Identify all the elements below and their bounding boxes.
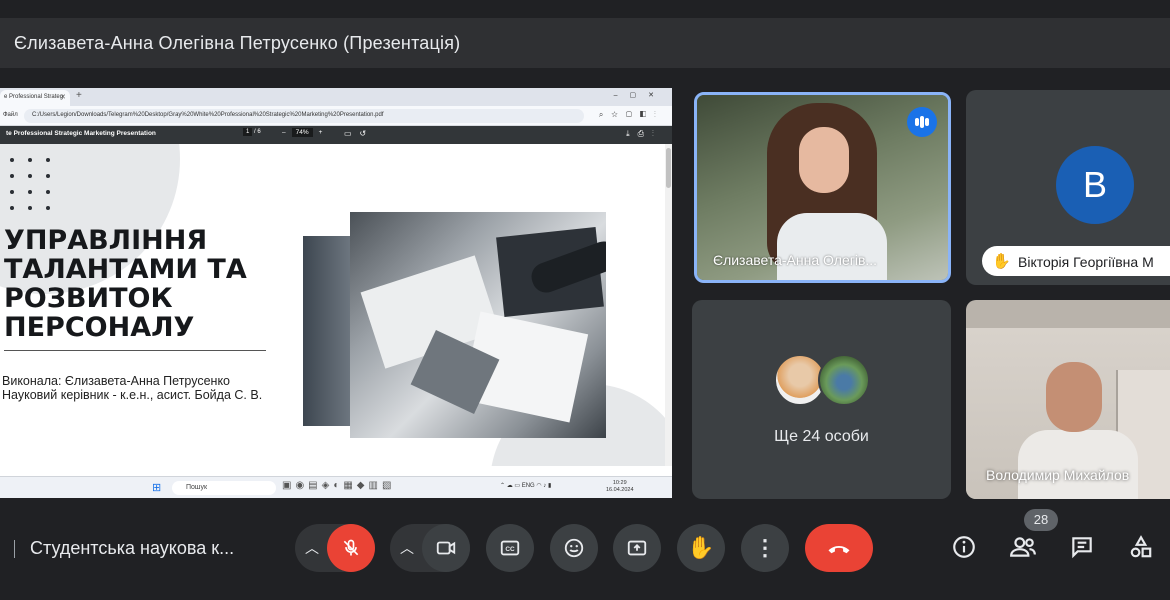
captions-icon: CC bbox=[500, 540, 520, 556]
chevron-up-icon[interactable]: ︿ bbox=[397, 538, 417, 558]
participant-name: Вікторія Георгіївна М bbox=[1018, 254, 1154, 270]
end-call-button[interactable] bbox=[805, 524, 873, 572]
mic-off-icon bbox=[343, 539, 359, 556]
presentation-title-bar: Єлизавета-Анна Олегівна Петрусенко (През… bbox=[0, 18, 1170, 68]
browser-address-bar: Файл C:/Users/Legion/Downloads/Telegram%… bbox=[0, 106, 672, 126]
present-button[interactable] bbox=[613, 524, 661, 572]
system-tray[interactable]: ⌃ ☁ ▭ ENG ◠ ♪ ▮ bbox=[500, 482, 551, 489]
decorative-dots bbox=[10, 158, 50, 210]
presentation-title: Єлизавета-Анна Олегівна Петрусенко (През… bbox=[14, 32, 461, 53]
windows-taskbar: ⊞ Пошук ▣◉▤◈◐▦◆▥▧ ⌃ ☁ ▭ ENG ◠ ♪ ▮ 10:29 … bbox=[0, 476, 672, 498]
participant-tile-others[interactable]: Ще 24 особи bbox=[692, 300, 951, 499]
browser-tab-strip: e Professional Strateg ✕ + –▢✕ bbox=[0, 88, 672, 106]
pdf-title: te Professional Strategic Marketing Pres… bbox=[6, 130, 156, 137]
participant-name: Єлизавета-Анна Олегів... bbox=[713, 252, 878, 268]
chevron-up-icon[interactable]: ︿ bbox=[302, 538, 322, 558]
chat-button[interactable] bbox=[1067, 534, 1097, 564]
taskbar-date: 16.04.2024 bbox=[606, 487, 634, 493]
slide-divider bbox=[4, 350, 266, 351]
participant-name: Володимир Михайлов bbox=[986, 467, 1130, 483]
mic-off-button[interactable] bbox=[327, 524, 375, 572]
pdf-toolbar: te Professional Strategic Marketing Pres… bbox=[0, 126, 672, 144]
divider bbox=[14, 540, 15, 558]
pdf-fit-rotate-icons[interactable]: ▭↺ bbox=[344, 129, 374, 138]
more-vert-icon: ⋮ bbox=[754, 535, 776, 560]
taskbar-search[interactable]: Пошук bbox=[172, 481, 276, 495]
chat-icon bbox=[1072, 537, 1092, 559]
browser-tab-label: e Professional Strateg bbox=[4, 94, 64, 100]
pdf-page-current[interactable]: 1 bbox=[243, 128, 253, 136]
meeting-info-button[interactable] bbox=[949, 534, 979, 564]
slide-credits: Виконала: Єлизавета-Анна Петрусенко Наук… bbox=[2, 374, 262, 402]
hand-icon: ✋ bbox=[687, 535, 715, 560]
activities-icon bbox=[1130, 535, 1152, 558]
pdf-scrollbar[interactable] bbox=[665, 144, 672, 466]
info-icon bbox=[953, 536, 975, 558]
emoji-icon bbox=[564, 538, 584, 558]
meet-window: Єлизавета-Анна Олегівна Петрусенко (През… bbox=[0, 0, 1170, 600]
more-participants-label: Ще 24 особи bbox=[774, 428, 869, 445]
browser-tab[interactable]: e Professional Strateg ✕ bbox=[0, 90, 70, 106]
browser-toolbar-icons[interactable]: ⌕☆▢◧⋮ bbox=[599, 110, 664, 120]
participant-tile-viktoria[interactable]: B ✋ Вікторія Георгіївна М bbox=[966, 90, 1170, 285]
participants-count-badge: 28 bbox=[1024, 509, 1058, 531]
people-icon bbox=[1010, 537, 1036, 557]
activities-button[interactable] bbox=[1126, 534, 1156, 564]
tray-language: ENG bbox=[521, 483, 535, 489]
taskbar-clock[interactable]: 10:29 16.04.2024 bbox=[606, 480, 634, 494]
pdf-page-indicator[interactable]: 1 / 6 bbox=[243, 128, 269, 141]
windows-start-icon[interactable]: ⊞ bbox=[152, 481, 161, 494]
url-field[interactable]: C:/Users/Legion/Downloads/Telegram%20Des… bbox=[24, 109, 584, 123]
phone-hangup-icon bbox=[828, 545, 850, 554]
pdf-page-total: / 6 bbox=[254, 129, 261, 135]
slide-supervisor: Науковий керівник - к.е.н., асист. Бойда… bbox=[2, 388, 263, 402]
participant-tile-volodymyr[interactable]: Володимир Михайлов bbox=[966, 300, 1170, 499]
raised-hand-pill: ✋ Вікторія Георгіївна М bbox=[982, 246, 1170, 276]
avatar: B bbox=[1056, 146, 1134, 224]
raise-hand-button[interactable]: ✋ bbox=[677, 524, 725, 572]
slide: УПРАВЛІННЯ ТАЛАНТАМИ ТА РОЗВИТОК ПЕРСОНА… bbox=[0, 144, 665, 466]
pdf-zoom-value[interactable]: 74% bbox=[291, 128, 313, 137]
meeting-title[interactable]: Студентська наукова к... bbox=[30, 538, 234, 559]
avatar bbox=[818, 354, 870, 406]
captions-button[interactable]: CC bbox=[486, 524, 534, 572]
pdf-zoom-control[interactable]: –74% + bbox=[282, 128, 322, 137]
camera-icon bbox=[436, 541, 456, 555]
present-screen-icon bbox=[627, 540, 647, 556]
raised-hand-icon: ✋ bbox=[992, 253, 1011, 270]
slide-author: Виконала: Єлизавета-Анна Петрусенко bbox=[2, 374, 231, 388]
svg-text:CC: CC bbox=[505, 546, 515, 553]
window-controls[interactable]: –▢✕ bbox=[614, 91, 666, 99]
close-icon[interactable]: ✕ bbox=[60, 93, 66, 101]
file-info-label: Файл bbox=[3, 112, 18, 118]
speaking-indicator-icon bbox=[907, 107, 937, 137]
camera-button[interactable] bbox=[422, 524, 470, 572]
taskbar-app-icons[interactable]: ▣◉▤◈◐▦◆▥▧ bbox=[282, 480, 395, 491]
participant-tile-speaker[interactable]: Єлизавета-Анна Олегів... bbox=[694, 92, 951, 283]
participant-video bbox=[1046, 362, 1102, 432]
taskbar-time: 10:29 bbox=[612, 480, 627, 486]
shared-screen[interactable]: e Professional Strateg ✕ + –▢✕ Файл C:/U… bbox=[0, 88, 672, 498]
emoji-button[interactable] bbox=[550, 524, 598, 572]
slide-photo bbox=[350, 212, 606, 438]
new-tab-icon[interactable]: + bbox=[76, 90, 82, 101]
slide-title: УПРАВЛІННЯ ТАЛАНТАМИ ТА РОЗВИТОК ПЕРСОНА… bbox=[4, 225, 247, 343]
more-options-button[interactable]: ⋮ bbox=[741, 524, 789, 572]
pdf-download-print-icons[interactable]: ⤓⎙⋮ bbox=[626, 129, 662, 139]
people-button[interactable] bbox=[1008, 534, 1038, 564]
